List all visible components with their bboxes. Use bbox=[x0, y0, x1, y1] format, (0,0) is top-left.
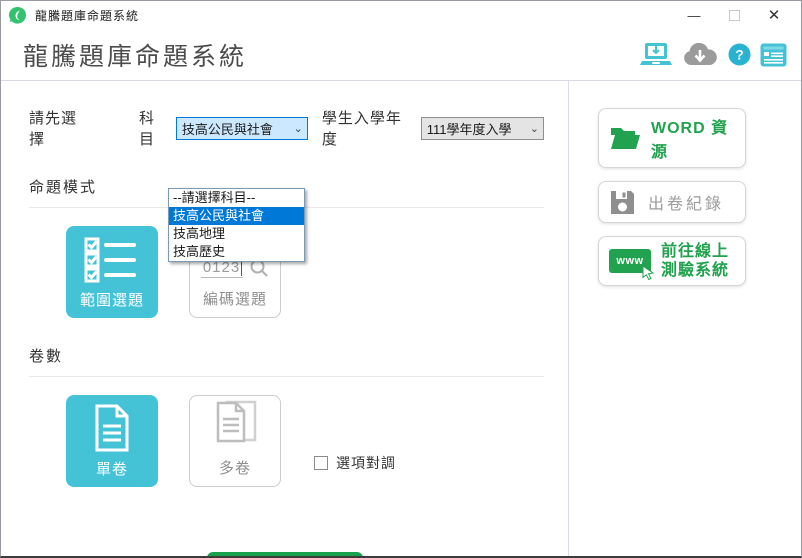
sidebar: WORD 資源 出卷紀錄 www bbox=[569, 81, 801, 557]
subject-label: 科目 bbox=[139, 107, 170, 149]
maximize-button[interactable] bbox=[717, 1, 751, 29]
submit-wrap: 進入選題 bbox=[1, 552, 568, 558]
subject-dropdown-list: --請選擇科目-- 技高公民與社會 技高地理 技高歷史 bbox=[168, 188, 305, 262]
floppy-disk-icon bbox=[609, 189, 636, 216]
folder-icon bbox=[609, 125, 641, 151]
paper-tiles: 單卷 多卷 選項對調 bbox=[66, 395, 544, 487]
dropdown-option[interactable]: 技高歷史 bbox=[169, 243, 304, 261]
text-caret bbox=[241, 260, 242, 276]
single-paper-button[interactable]: 單卷 bbox=[66, 395, 158, 487]
swap-options-group[interactable]: 選項對調 bbox=[314, 453, 396, 473]
enter-selection-button[interactable]: 進入選題 bbox=[207, 552, 363, 558]
www-icon: www bbox=[609, 249, 651, 273]
swap-options-label: 選項對調 bbox=[336, 453, 396, 473]
maximize-icon bbox=[729, 10, 740, 21]
minimize-button[interactable]: — bbox=[677, 1, 711, 29]
online-test-line2: 測驗系統 bbox=[661, 261, 729, 280]
laptop-download-icon[interactable] bbox=[640, 42, 672, 68]
header-icons: ? bbox=[640, 41, 787, 69]
range-select-label: 範圍選題 bbox=[80, 289, 144, 310]
records-list-icon[interactable] bbox=[760, 43, 787, 67]
divider bbox=[29, 376, 544, 377]
page-title: 龍騰題庫命題系統 bbox=[23, 37, 247, 73]
online-test-label: 前往線上 測驗系統 bbox=[661, 242, 729, 280]
dropdown-option[interactable]: 技高地理 bbox=[169, 225, 304, 243]
exam-record-label: 出卷紀錄 bbox=[648, 190, 724, 214]
paper-section-title: 卷數 bbox=[29, 345, 544, 366]
online-test-line1: 前往線上 bbox=[661, 242, 729, 261]
selector-row: 請先選擇 科目 技高公民與社會 ⌄ 學生入學年度 111學年度入學 ⌄ bbox=[29, 107, 544, 149]
app-window: 龍騰題庫命題系統 — ✕ 龍騰題庫命題系統 bbox=[0, 0, 802, 558]
year-select[interactable]: 111學年度入學 ⌄ bbox=[421, 117, 544, 140]
main-panel: 請先選擇 科目 技高公民與社會 ⌄ 學生入學年度 111學年度入學 ⌄ --請選… bbox=[1, 81, 569, 557]
multi-paper-label: 多卷 bbox=[219, 457, 251, 478]
header: 龍騰題庫命題系統 ? bbox=[1, 29, 801, 81]
content: 請先選擇 科目 技高公民與社會 ⌄ 學生入學年度 111學年度入學 ⌄ --請選… bbox=[1, 81, 801, 557]
chevron-down-icon: ⌄ bbox=[524, 122, 539, 135]
www-text: www bbox=[616, 255, 643, 267]
checklist-icon bbox=[84, 237, 140, 283]
swap-options-checkbox[interactable] bbox=[314, 456, 328, 470]
cloud-download-icon[interactable] bbox=[681, 41, 719, 69]
svg-text:?: ? bbox=[735, 47, 744, 63]
close-button[interactable]: ✕ bbox=[757, 1, 791, 29]
year-label: 學生入學年度 bbox=[322, 107, 415, 149]
dropdown-option[interactable]: --請選擇科目-- bbox=[169, 189, 304, 207]
help-icon[interactable]: ? bbox=[728, 43, 751, 66]
multi-paper-button[interactable]: 多卷 bbox=[189, 395, 281, 487]
single-paper-label: 單卷 bbox=[96, 458, 128, 479]
titlebar: 龍騰題庫命題系統 — ✕ bbox=[1, 1, 801, 29]
range-select-button[interactable]: 範圍選題 bbox=[66, 226, 158, 318]
subject-select[interactable]: 技高公民與社會 ⌄ bbox=[176, 117, 308, 140]
dropdown-option-selected[interactable]: 技高公民與社會 bbox=[169, 207, 304, 225]
online-test-button[interactable]: www 前往線上 測驗系統 bbox=[598, 236, 746, 286]
subject-select-value: 技高公民與社會 bbox=[182, 119, 273, 138]
titlebar-title: 龍騰題庫命題系統 bbox=[35, 7, 139, 24]
cursor-arrow-icon bbox=[641, 265, 655, 280]
word-resource-label: WORD 資源 bbox=[651, 114, 737, 162]
chevron-down-icon: ⌄ bbox=[288, 122, 303, 135]
exam-record-button[interactable]: 出卷紀錄 bbox=[598, 181, 746, 223]
app-logo-icon bbox=[8, 6, 27, 25]
single-document-icon bbox=[91, 404, 133, 452]
mode-tiles: 範圍選題 0123 編碼選題 bbox=[66, 226, 544, 318]
year-select-value: 111學年度入學 bbox=[427, 119, 512, 138]
multi-document-icon bbox=[212, 397, 258, 447]
code-select-label: 編碼選題 bbox=[203, 288, 267, 309]
prompt-label: 請先選擇 bbox=[29, 107, 91, 149]
word-resource-button[interactable]: WORD 資源 bbox=[598, 108, 746, 168]
